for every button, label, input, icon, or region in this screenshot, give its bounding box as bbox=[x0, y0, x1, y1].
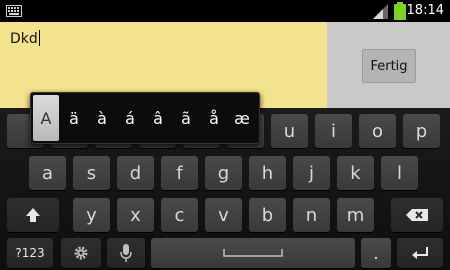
key-c[interactable]: c bbox=[161, 198, 198, 232]
key-x[interactable]: x bbox=[117, 198, 154, 232]
key-a[interactable]: a bbox=[29, 156, 66, 190]
key-s[interactable]: s bbox=[73, 156, 110, 190]
backspace-key[interactable] bbox=[391, 198, 443, 232]
accent-option-a-tilde[interactable]: ã bbox=[173, 95, 199, 141]
key-g[interactable]: g bbox=[205, 156, 242, 190]
key-p[interactable]: p bbox=[403, 114, 440, 148]
keyboard-icon bbox=[6, 5, 22, 17]
side-panel: Fertig bbox=[327, 22, 450, 108]
microphone-icon bbox=[120, 244, 132, 262]
key-j[interactable]: j bbox=[293, 156, 330, 190]
accent-option-a-umlaut[interactable]: ä bbox=[61, 95, 87, 141]
backspace-icon bbox=[406, 209, 428, 221]
accent-option-ae[interactable]: æ bbox=[229, 95, 255, 141]
space-key[interactable] bbox=[151, 238, 355, 268]
key-o[interactable]: o bbox=[359, 114, 396, 148]
gear-icon bbox=[74, 246, 88, 260]
key-l[interactable]: l bbox=[381, 156, 418, 190]
key-m[interactable]: m bbox=[337, 198, 374, 232]
signal-icon bbox=[373, 4, 388, 19]
space-bar-icon bbox=[223, 249, 283, 257]
mic-key[interactable] bbox=[107, 238, 145, 268]
accent-option-a-circumflex[interactable]: â bbox=[145, 95, 171, 141]
symbols-key[interactable]: ?123 bbox=[7, 238, 53, 268]
enter-key[interactable] bbox=[397, 238, 443, 268]
accent-option-a[interactable]: A bbox=[33, 95, 59, 141]
enter-arrow-icon bbox=[412, 247, 428, 259]
accent-option-a-grave[interactable]: à bbox=[89, 95, 115, 141]
clock: 18:14 bbox=[406, 3, 444, 18]
accent-option-a-ring[interactable]: å bbox=[201, 95, 227, 141]
shift-key[interactable] bbox=[7, 198, 59, 232]
key-n[interactable]: n bbox=[293, 198, 330, 232]
key-f[interactable]: f bbox=[161, 156, 198, 190]
key-k[interactable]: k bbox=[337, 156, 374, 190]
accent-option-a-acute[interactable]: á bbox=[117, 95, 143, 141]
editor-text: Dkd bbox=[10, 31, 38, 47]
done-button[interactable]: Fertig bbox=[362, 49, 416, 83]
key-d[interactable]: d bbox=[117, 156, 154, 190]
key-i[interactable]: i bbox=[315, 114, 352, 148]
editor-text-container: Dkd bbox=[10, 30, 40, 47]
key-y[interactable]: y bbox=[73, 198, 110, 232]
status-bar: 18:14 bbox=[0, 0, 450, 22]
period-key[interactable]: . bbox=[361, 238, 391, 268]
shift-arrow-icon bbox=[26, 208, 40, 222]
key-v[interactable]: v bbox=[205, 198, 242, 232]
battery-icon bbox=[394, 2, 406, 20]
accent-popup: A ä à á â ã å æ bbox=[30, 92, 260, 144]
key-b[interactable]: b bbox=[249, 198, 286, 232]
key-h[interactable]: h bbox=[249, 156, 286, 190]
text-cursor bbox=[38, 30, 40, 46]
settings-key[interactable] bbox=[61, 238, 101, 268]
key-u[interactable]: u bbox=[271, 114, 308, 148]
